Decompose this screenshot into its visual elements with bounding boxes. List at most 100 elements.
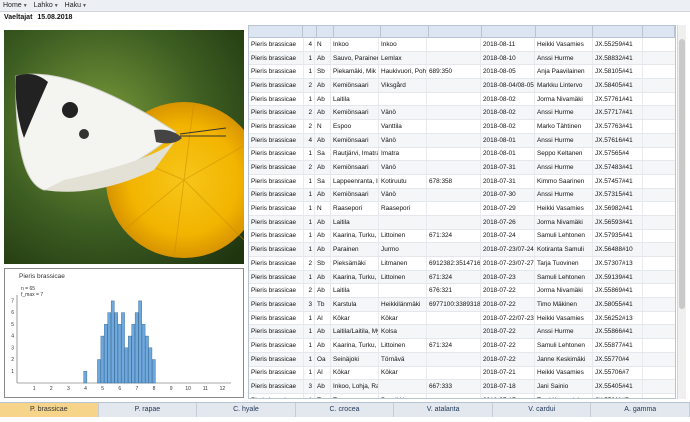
- table-row[interactable]: Pieris brassicae 1 Ab Kaarina, Turku, I Litt…: [249, 339, 675, 353]
- table-cell: JX.56488#10: [593, 243, 643, 256]
- histogram-chart: Pieris brassicae n = 65 f_max = 7 123456…: [11, 273, 231, 392]
- histogram-bar: [97, 359, 101, 384]
- table-cell: JX.57315#41: [593, 188, 643, 202]
- table-cell: 1: [304, 270, 315, 284]
- table-cell: JX.56252#13: [593, 311, 643, 325]
- table-cell: Ab: [315, 270, 331, 284]
- table-cell: JX.56982#41: [593, 202, 643, 215]
- table-row[interactable]: Pieris brassicae 1 Sa Rautjärvi, Imatra Imat…: [249, 147, 675, 162]
- table-cell: Piekamäki, Mik: [331, 65, 379, 79]
- y-tick-label: 3: [11, 345, 14, 351]
- table-cell: Pieris brassicae: [249, 92, 304, 106]
- histogram-bar: [124, 347, 129, 384]
- table-row[interactable]: Pieris brassicae 1 Ab Sauvo, Parainen Lemlax…: [249, 51, 675, 66]
- tab-p-brassicae[interactable]: P. brassicae: [0, 403, 99, 417]
- table-row[interactable]: Pieris brassicae 1 Al Kökar Kökar 2018-07-22/…: [249, 311, 675, 326]
- table-cell: Kemiönsaari: [331, 79, 379, 92]
- table-row[interactable]: Pieris brassicae 4 N Inkoo Inkoo 2018-08-11 He…: [249, 38, 675, 52]
- table-cell: Raasepori: [379, 202, 427, 215]
- table-row[interactable]: Pieris brassicae 1 Ab Laitila 2018-08-02 Jorm…: [249, 92, 675, 107]
- tab-a-gamma[interactable]: A. gamma: [591, 403, 690, 417]
- table-cell: Seppo Keltanen: [535, 147, 593, 161]
- butterfly-image: [4, 30, 244, 264]
- table-row[interactable]: Pieris brassicae 4 Ab Kemiönsaari Vänö 2018-0…: [249, 133, 675, 148]
- table-row[interactable]: Pieris brassicae 3 Tb Karstula Heikkilänmäki…: [249, 298, 675, 312]
- table-cell: [379, 380, 427, 393]
- table-row[interactable]: Pieris brassicae 1 Al Kökar Kökar 2018-07-21 H…: [249, 366, 675, 381]
- table-cell: 1: [304, 366, 315, 380]
- table-cell: Timo Mäkinen: [535, 298, 593, 311]
- tab-c-hyale[interactable]: C. hyale: [197, 403, 296, 417]
- x-tick-label: 2: [50, 386, 53, 392]
- table-row[interactable]: Pieris brassicae 1 N Raasepori Raasepori 2018…: [249, 202, 675, 216]
- table-cell: 1: [304, 188, 315, 202]
- table-row[interactable]: Pieris brassicae 2 Ab Kemiönsaari Vänö 2018-0…: [249, 106, 675, 121]
- table-cell: 2018-08-05: [481, 65, 535, 79]
- menu-haku[interactable]: Haku ▼: [62, 2, 90, 9]
- histogram-bar: [148, 347, 153, 384]
- table-cell: 1: [304, 325, 315, 339]
- table-row[interactable]: Pieris brassicae 1 Ab Laitila/Laitila, My Ko…: [249, 325, 675, 340]
- table-cell: Vänö: [379, 161, 427, 174]
- tab-p-rapae[interactable]: P. rapae: [99, 403, 198, 417]
- table-cell: Ab: [315, 380, 331, 393]
- menu-home[interactable]: Home ▼: [0, 2, 31, 9]
- table-cell: 2018-07-29: [481, 202, 535, 215]
- table-scrollbar[interactable]: [677, 25, 686, 399]
- table-row[interactable]: Pieris brassicae 1 Ab Laitila 2018-07-26 Jorm…: [249, 215, 675, 230]
- table-cell: Rautjärvi, Imatra: [331, 147, 379, 161]
- table-cell: Laitila: [331, 284, 379, 298]
- table-row[interactable]: Pieris brassicae 1 Oa Seinäjoki Törnävä 2018-…: [249, 352, 675, 367]
- y-tick-label: 7: [11, 298, 14, 304]
- table-row[interactable]: Pieris brassicae 2 Ab Kemiönsaari Viksgård 20…: [249, 79, 675, 93]
- table-row[interactable]: Pieris brassicae 1 Ab Kaarina, Turku, I Litt…: [249, 229, 675, 244]
- table-cell: Al: [315, 311, 331, 325]
- table-cell: 2018-07-18: [481, 380, 535, 393]
- table-cell: Parainen: [331, 243, 379, 256]
- table-cell: 2018-07-22: [481, 298, 535, 311]
- tab-c-crocea[interactable]: C. crocea: [296, 403, 395, 417]
- table-row[interactable]: Pieris brassicae 2 Ab Laitila 676:321 2018-07…: [249, 284, 675, 299]
- table-cell: JX.59139#41: [593, 270, 643, 284]
- table-cell: Anssi Hurme: [535, 161, 593, 174]
- table-row[interactable]: Pieris brassicae 3 Ab Inkoo, Lohja, Ra 667:3…: [249, 380, 675, 394]
- tab-v-cardui[interactable]: V. cardui: [493, 403, 592, 417]
- table-cell: 2018-07-22: [481, 325, 535, 339]
- table-cell: Pieris brassicae: [249, 174, 304, 188]
- table-cell: Vänö: [379, 106, 427, 120]
- table-cell: Anssi Hurme: [535, 133, 593, 147]
- table-cell: Kaarina, Turku, I: [331, 270, 379, 284]
- table-cell: Vänö: [379, 188, 427, 202]
- y-tick-label: 2: [11, 357, 14, 363]
- table-cell: 1: [304, 202, 315, 215]
- table-row[interactable]: Pieris brassicae 1 Ab Parainen Jurmo 2018-07-…: [249, 243, 675, 257]
- histogram-bar: [83, 371, 88, 384]
- table-cell: JX.57763#41: [593, 120, 643, 133]
- table-row[interactable]: Pieris brassicae 2 Sb Pieksämäki Litmanen 691…: [249, 257, 675, 271]
- observations-table[interactable]: Pieris brassicae 4 N Inkoo Inkoo 2018-08-11 He…: [248, 25, 676, 399]
- table-cell: [427, 352, 481, 366]
- table-row[interactable]: Pieris brassicae 2 N Espoo Vanttila 2018-08-0…: [249, 120, 675, 134]
- table-row[interactable]: Pieris brassicae 1 Ab Kaarina, Turku, I Litt…: [249, 270, 675, 285]
- table-cell: [427, 147, 481, 161]
- table-cell: JX.55877#41: [593, 339, 643, 352]
- tab-v-atalanta[interactable]: V. atalanta: [394, 403, 493, 417]
- table-row[interactable]: Pieris brassicae 1 Sb Piekamäki, Mik Haukivu…: [249, 65, 675, 80]
- scrollbar-thumb[interactable]: [679, 39, 685, 309]
- table-cell: Pieris brassicae: [249, 133, 304, 147]
- table-row[interactable]: Pieris brassicae 1 Ab Kemiönsaari Vänö 2018-0…: [249, 188, 675, 203]
- table-cell: 2018-07-22/07-23: [481, 311, 535, 325]
- histogram-title: Pieris brassicae: [19, 273, 65, 280]
- table-cell: Sa: [315, 147, 331, 161]
- menu-lahko[interactable]: Lahko ▼: [31, 2, 62, 9]
- table-cell: 2018-08-11: [481, 38, 535, 51]
- table-cell: 2018-07-24: [481, 229, 535, 243]
- table-cell: 2018-08-02: [481, 92, 535, 106]
- table-row[interactable]: Pieris brassicae 2 Ab Kemiönsaari Vänö 2018-0…: [249, 161, 675, 175]
- table-row[interactable]: Pieris brassicae 1 Sa Lappeenranta, I Kotiru…: [249, 174, 675, 189]
- table-row[interactable]: Pieris brassicae1TaTamperePyynikki 2018-0…: [249, 393, 675, 398]
- table-cell: 671:324: [427, 229, 481, 243]
- table-cell: [427, 215, 481, 229]
- x-tick-label: 5: [101, 386, 104, 392]
- table-cell: Ab: [315, 133, 331, 147]
